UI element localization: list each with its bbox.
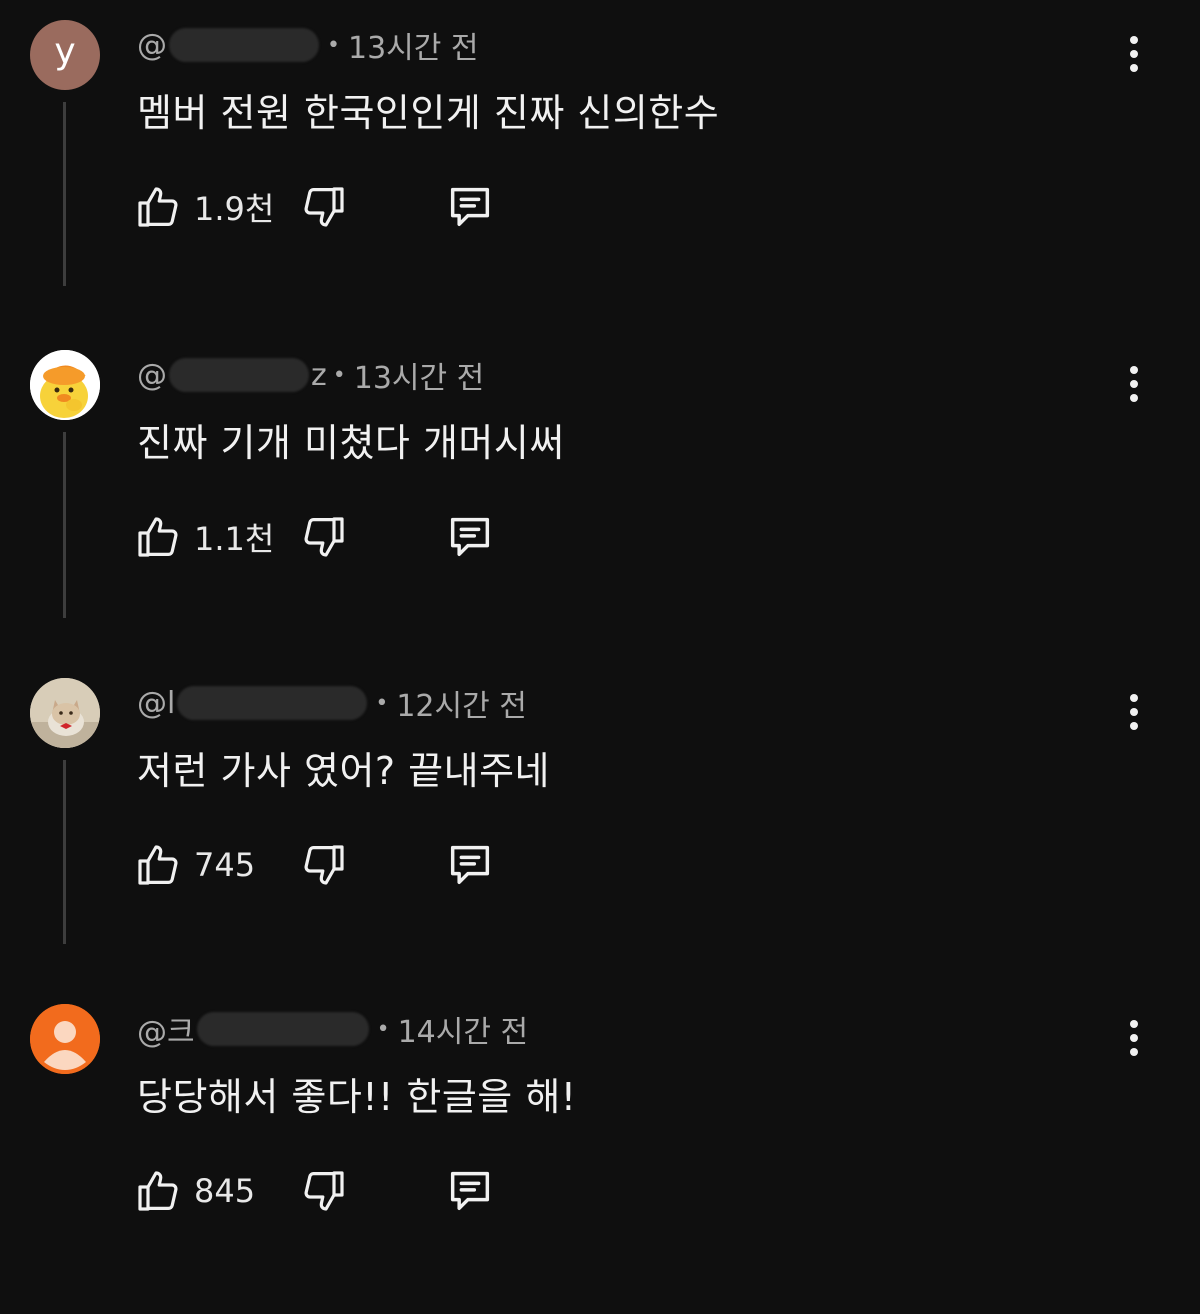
avatar-letter: y <box>54 31 76 72</box>
redacted-handle <box>169 28 319 62</box>
comment-text: 당당해서 좋다!! 한글을 해! <box>137 1075 577 1119</box>
comment-time[interactable]: 14시간 전 <box>398 1007 529 1051</box>
author-handle[interactable]: @크 <box>137 1007 195 1051</box>
thumbs-up-icon <box>134 1167 182 1215</box>
more-vertical-icon <box>1128 1018 1140 1058</box>
comment-text: 저런 가사 였어? 끝내주네 <box>137 749 551 793</box>
like-count: 845 <box>194 1172 256 1210</box>
thumbs-down-icon <box>300 841 348 889</box>
separator-dot: • <box>376 1016 390 1042</box>
more-vertical-icon <box>1128 692 1140 732</box>
like-count: 1.9천 <box>194 190 275 228</box>
reply-button[interactable] <box>444 180 496 234</box>
comment-actions: 1.9천 <box>134 180 534 234</box>
dislike-button[interactable] <box>300 180 348 234</box>
author-handle[interactable]: @ <box>137 28 167 63</box>
like-count: 1.1천 <box>194 520 275 558</box>
reply-button[interactable] <box>444 510 496 564</box>
comment-meta: @ z • 13시간 전 <box>137 353 485 397</box>
more-vertical-icon <box>1128 34 1140 74</box>
avatar[interactable] <box>30 1004 100 1074</box>
more-options-button[interactable] <box>1116 1016 1152 1060</box>
duck-avatar-icon <box>30 350 100 420</box>
comment-thread: y @ • 13시간 전 멤버 전원 한국인인게 진짜 신의한수 1.9천 <box>0 0 1200 330</box>
separator-dot: • <box>332 362 346 388</box>
like-button[interactable]: 745 <box>134 838 255 892</box>
comment-meta: @ • 13시간 전 <box>137 23 479 67</box>
avatar[interactable] <box>30 678 100 748</box>
comment-text: 진짜 기개 미쳤다 개머시써 <box>137 421 565 465</box>
separator-dot: • <box>375 690 389 716</box>
comment-icon <box>444 839 496 891</box>
default-user-icon <box>30 1004 100 1074</box>
thread-line <box>63 760 66 944</box>
comment-thread: @ z • 13시간 전 진짜 기개 미쳤다 개머시써 1.1천 <box>0 330 1200 660</box>
reply-button[interactable] <box>444 838 496 892</box>
more-options-button[interactable] <box>1116 690 1152 734</box>
thumbs-down-icon <box>300 183 348 231</box>
dislike-button[interactable] <box>300 1164 348 1218</box>
comment-time[interactable]: 13시간 전 <box>348 23 479 67</box>
like-button[interactable]: 1.9천 <box>134 180 274 234</box>
thread-line <box>63 432 66 618</box>
thumbs-up-icon <box>134 183 182 231</box>
comment-time[interactable]: 13시간 전 <box>354 353 485 397</box>
author-handle[interactable]: @ <box>137 358 167 393</box>
dislike-button[interactable] <box>300 838 348 892</box>
more-options-button[interactable] <box>1116 362 1152 406</box>
comment-actions: 745 <box>134 838 534 892</box>
comment-icon <box>444 1165 496 1217</box>
redacted-handle <box>177 686 368 720</box>
redacted-handle <box>196 1012 369 1046</box>
reply-button[interactable] <box>444 1164 496 1218</box>
more-options-button[interactable] <box>1116 32 1152 76</box>
comment-meta: @l • 12시간 전 <box>137 681 527 725</box>
author-handle-suffix[interactable]: z <box>311 358 327 393</box>
author-handle[interactable]: @l <box>137 686 175 721</box>
thumbs-down-icon <box>300 1167 348 1215</box>
comment-icon <box>444 511 496 563</box>
dislike-button[interactable] <box>300 510 348 564</box>
comment-icon <box>444 181 496 233</box>
comment-thread: @l • 12시간 전 저런 가사 였어? 끝내주네 745 <box>0 658 1200 988</box>
thumbs-up-icon <box>134 841 182 889</box>
comment-thread: @크 • 14시간 전 당당해서 좋다!! 한글을 해! 845 <box>0 984 1200 1314</box>
comment-actions: 1.1천 <box>134 510 534 564</box>
comment-actions: 845 <box>134 1164 534 1218</box>
thread-line <box>63 102 66 286</box>
comment-meta: @크 • 14시간 전 <box>137 1007 529 1051</box>
avatar[interactable]: y <box>30 20 100 90</box>
redacted-handle <box>169 358 309 392</box>
like-button[interactable]: 1.1천 <box>134 510 274 564</box>
avatar[interactable] <box>30 350 100 420</box>
like-button[interactable]: 845 <box>134 1164 255 1218</box>
cat-avatar-icon <box>30 678 100 748</box>
more-vertical-icon <box>1128 364 1140 404</box>
like-count: 745 <box>194 846 256 884</box>
thumbs-down-icon <box>300 513 348 561</box>
comment-time[interactable]: 12시간 전 <box>396 681 527 725</box>
separator-dot: • <box>327 32 340 58</box>
thumbs-up-icon <box>134 513 182 561</box>
comment-text: 멤버 전원 한국인인게 진짜 신의한수 <box>137 91 720 135</box>
